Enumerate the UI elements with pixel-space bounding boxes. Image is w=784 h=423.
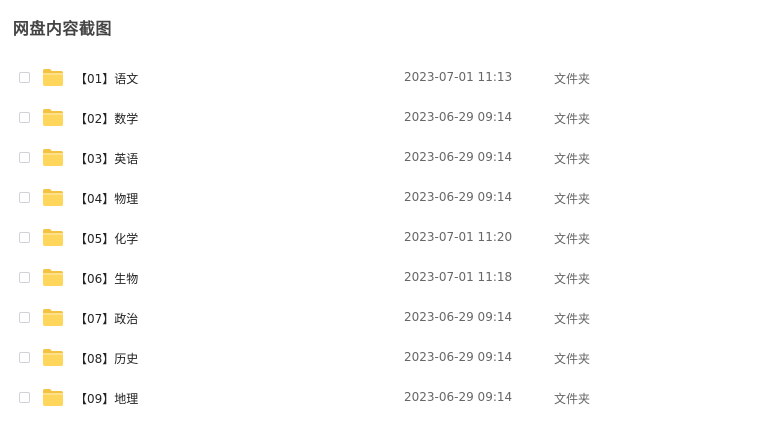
file-name[interactable]: 【06】生物 — [75, 270, 138, 287]
file-type: 文件夹 — [554, 192, 591, 206]
file-modified-time: 2023-06-29 09:14 — [404, 390, 513, 404]
file-name[interactable]: 【02】数学 — [75, 110, 138, 127]
folder-icon — [42, 188, 64, 207]
file-list: 【01】语文 2023-07-01 11:13 文件夹 【02】数学 2023-… — [0, 58, 784, 418]
file-modified-time: 2023-07-01 11:18 — [404, 270, 513, 284]
file-type: 文件夹 — [554, 112, 591, 126]
file-type: 文件夹 — [554, 72, 591, 86]
file-name[interactable]: 【08】历史 — [75, 350, 138, 367]
file-modified-time: 2023-07-01 11:13 — [404, 70, 513, 84]
folder-icon — [42, 228, 64, 247]
file-row[interactable]: 【02】数学 2023-06-29 09:14 文件夹 — [0, 98, 784, 138]
file-type: 文件夹 — [554, 152, 591, 166]
row-checkbox[interactable] — [19, 112, 30, 123]
row-checkbox[interactable] — [19, 192, 30, 203]
file-modified-time: 2023-06-29 09:14 — [404, 150, 513, 164]
file-type: 文件夹 — [554, 232, 591, 246]
row-checkbox[interactable] — [19, 272, 30, 283]
file-type: 文件夹 — [554, 272, 591, 286]
file-modified-time: 2023-07-01 11:20 — [404, 230, 513, 244]
file-name[interactable]: 【05】化学 — [75, 230, 138, 247]
file-modified-time: 2023-06-29 09:14 — [404, 110, 513, 124]
file-modified-time: 2023-06-29 09:14 — [404, 310, 513, 324]
file-row[interactable]: 【06】生物 2023-07-01 11:18 文件夹 — [0, 258, 784, 298]
row-checkbox[interactable] — [19, 352, 30, 363]
file-name[interactable]: 【07】政治 — [75, 310, 138, 327]
file-row[interactable]: 【05】化学 2023-07-01 11:20 文件夹 — [0, 218, 784, 258]
page-title: 网盘内容截图 — [13, 19, 113, 38]
file-type: 文件夹 — [554, 392, 591, 406]
file-row[interactable]: 【04】物理 2023-06-29 09:14 文件夹 — [0, 178, 784, 218]
folder-icon — [42, 268, 64, 287]
folder-icon — [42, 388, 64, 407]
file-row[interactable]: 【09】地理 2023-06-29 09:14 文件夹 — [0, 378, 784, 418]
file-name[interactable]: 【09】地理 — [75, 390, 138, 407]
row-checkbox[interactable] — [19, 312, 30, 323]
row-checkbox[interactable] — [19, 392, 30, 403]
file-name[interactable]: 【03】英语 — [75, 150, 138, 167]
folder-icon — [42, 108, 64, 127]
file-row[interactable]: 【01】语文 2023-07-01 11:13 文件夹 — [0, 58, 784, 98]
row-checkbox[interactable] — [19, 72, 30, 83]
file-type: 文件夹 — [554, 352, 591, 366]
file-name[interactable]: 【01】语文 — [75, 70, 138, 87]
file-row[interactable]: 【08】历史 2023-06-29 09:14 文件夹 — [0, 338, 784, 378]
file-modified-time: 2023-06-29 09:14 — [404, 190, 513, 204]
folder-icon — [42, 68, 64, 87]
row-checkbox[interactable] — [19, 232, 30, 243]
folder-icon — [42, 148, 64, 167]
file-row[interactable]: 【03】英语 2023-06-29 09:14 文件夹 — [0, 138, 784, 178]
folder-icon — [42, 348, 64, 367]
file-modified-time: 2023-06-29 09:14 — [404, 350, 513, 364]
row-checkbox[interactable] — [19, 152, 30, 163]
file-row[interactable]: 【07】政治 2023-06-29 09:14 文件夹 — [0, 298, 784, 338]
file-name[interactable]: 【04】物理 — [75, 190, 138, 207]
folder-icon — [42, 308, 64, 327]
file-type: 文件夹 — [554, 312, 591, 326]
